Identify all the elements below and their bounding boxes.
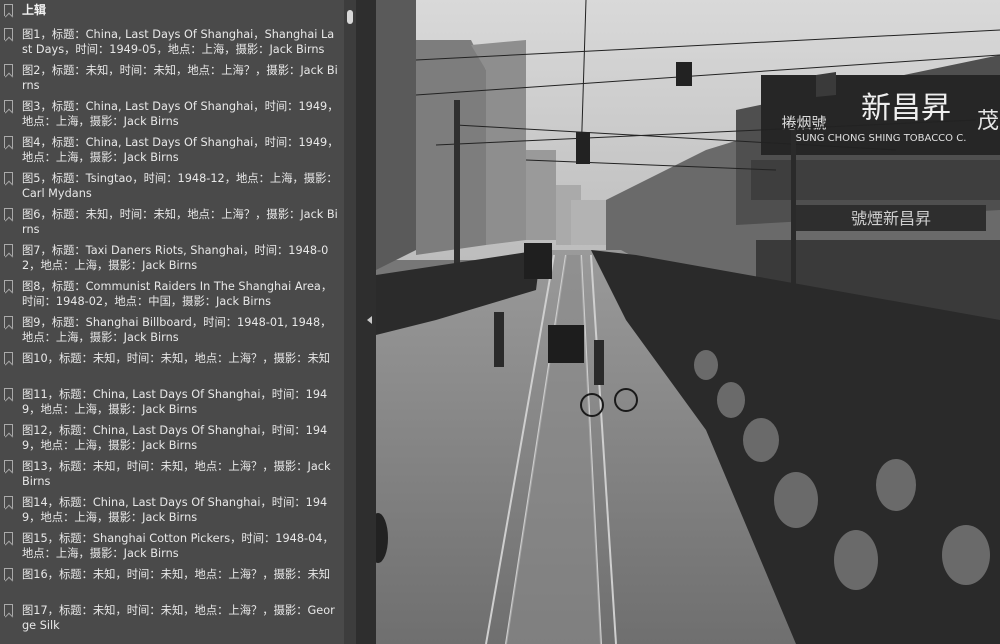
bookmark-label: 图17，标题：未知，时间：未知，地点：上海？，摄影：George Silk [22,604,335,633]
bookmark-label: 图10，标题：未知，时间：未知，地点：上海？，摄影：未知 [22,352,331,365]
bookmark-icon [4,316,13,328]
bookmark-icon [4,280,13,292]
bookmark-icon [4,496,13,508]
collapse-sidebar-arrow-icon[interactable] [367,316,372,324]
bookmark-label: 图16，标题：未知，时间：未知，地点：上海？，摄影：未知 [22,568,331,581]
bookmark-label: 图5，标题：Tsingtao，时间：1948-12，地点：上海，摄影：Carl … [22,172,338,201]
bookmark-label: 图12，标题：China, Last Days Of Shanghai，时间：1… [22,424,328,453]
bookmark-label: 图6，标题：未知，时间：未知，地点：上海？，摄影：Jack Birns [22,208,338,237]
sidebar-scrollbar[interactable] [344,0,356,644]
bookmark-icon [4,244,13,256]
bookmark-item[interactable]: 图9，标题：Shanghai Billboard，时间：1948-01, 194… [0,310,344,346]
shop-sign-english: SUNG CHONG SHING TOBACCO C. [796,133,967,144]
bookmark-icon [4,172,13,184]
bookmark-icon [4,460,13,472]
bookmark-item[interactable]: 图2，标题：未知，时间：未知，地点：上海？，摄影：Jack Birns [0,58,344,94]
bookmark-icon [4,4,13,16]
bookmark-label: 图13，标题：未知，时间：未知，地点：上海？，摄影：Jack Birns [22,460,331,489]
bookmark-item[interactable]: 图5，标题：Tsingtao，时间：1948-12，地点：上海，摄影：Carl … [0,166,344,202]
street-photo: 新昌昇 SUNG CHONG SHING TOBACCO C. 捲烟號 茂 號煙… [376,0,1000,644]
bookmark-label: 图9，标题：Shanghai Billboard，时间：1948-01, 194… [22,316,332,345]
bookmark-icon [4,100,13,112]
bookmark-parent-label: 上辑 [22,3,47,17]
shop-sign-main: 新昌昇 [861,91,951,126]
shop-sign-lower: 號煙新昌昇 [851,209,931,228]
bookmark-label: 图15，标题：Shanghai Cotton Pickers，时间：1948-0… [22,532,334,561]
bookmark-icon [4,64,13,76]
bookmark-icon [4,388,13,400]
bookmark-icon [4,352,13,364]
bookmark-label: 图1，标题：China, Last Days Of Shanghai，Shang… [22,28,335,57]
bookmark-label: 图7，标题：Taxi Daners Riots, Shanghai，时间：194… [22,244,329,273]
bookmark-label: 图3，标题：China, Last Days Of Shanghai，时间：19… [22,100,339,129]
bookmark-item[interactable]: 图10，标题：未知，时间：未知，地点：上海？，摄影：未知 [0,346,344,382]
bookmark-label: 图8，标题：Communist Raiders In The Shanghai … [22,280,333,309]
bookmark-icon [4,28,13,40]
bookmark-icon [4,568,13,580]
bookmark-item[interactable]: 图7，标题：Taxi Daners Riots, Shanghai，时间：194… [0,238,344,274]
bookmark-label: 图14，标题：China, Last Days Of Shanghai，时间：1… [22,496,328,525]
bookmark-item[interactable]: 图6，标题：未知，时间：未知，地点：上海？，摄影：Jack Birns [0,202,344,238]
bookmark-icon [4,532,13,544]
panel-splitter[interactable] [356,0,376,644]
shop-sign-vertical: 捲烟號 [781,114,826,132]
bookmark-item[interactable]: 图14，标题：China, Last Days Of Shanghai，时间：1… [0,490,344,526]
photo-view: 新昌昇 SUNG CHONG SHING TOBACCO C. 捲烟號 茂 號煙… [376,0,1000,644]
bookmark-list: 图1，标题：China, Last Days Of Shanghai，Shang… [0,22,344,634]
bookmark-item[interactable]: 图1，标题：China, Last Days Of Shanghai，Shang… [0,22,344,58]
bookmark-item[interactable]: 图13，标题：未知，时间：未知，地点：上海？，摄影：Jack Birns [0,454,344,490]
bookmark-icon [4,424,13,436]
shop-sign-edge: 茂 [977,109,999,134]
bookmark-icon [4,136,13,148]
bookmark-label: 图2，标题：未知，时间：未知，地点：上海？，摄影：Jack Birns [22,64,338,93]
bookmark-sidebar: 上辑 图1，标题：China, Last Days Of Shanghai，Sh… [0,0,344,644]
bookmark-item[interactable]: 图17，标题：未知，时间：未知，地点：上海？，摄影：George Silk [0,598,344,634]
bookmark-item[interactable]: 图11，标题：China, Last Days Of Shanghai，时间：1… [0,382,344,418]
bookmark-item[interactable]: 图3，标题：China, Last Days Of Shanghai，时间：19… [0,94,344,130]
bookmark-icon [4,604,13,616]
bookmark-label: 图4，标题：China, Last Days Of Shanghai，时间：19… [22,136,339,165]
sidebar-scrollbar-thumb[interactable] [347,10,353,24]
bookmark-icon [4,208,13,220]
bookmark-item[interactable]: 图4，标题：China, Last Days Of Shanghai，时间：19… [0,130,344,166]
bookmark-item[interactable]: 图16，标题：未知，时间：未知，地点：上海？，摄影：未知 [0,562,344,598]
bookmark-item[interactable]: 图15，标题：Shanghai Cotton Pickers，时间：1948-0… [0,526,344,562]
bookmark-item[interactable]: 图12，标题：China, Last Days Of Shanghai，时间：1… [0,418,344,454]
bookmark-label: 图11，标题：China, Last Days Of Shanghai，时间：1… [22,388,328,417]
bookmark-item[interactable]: 图8，标题：Communist Raiders In The Shanghai … [0,274,344,310]
bookmark-parent[interactable]: 上辑 [0,0,344,22]
